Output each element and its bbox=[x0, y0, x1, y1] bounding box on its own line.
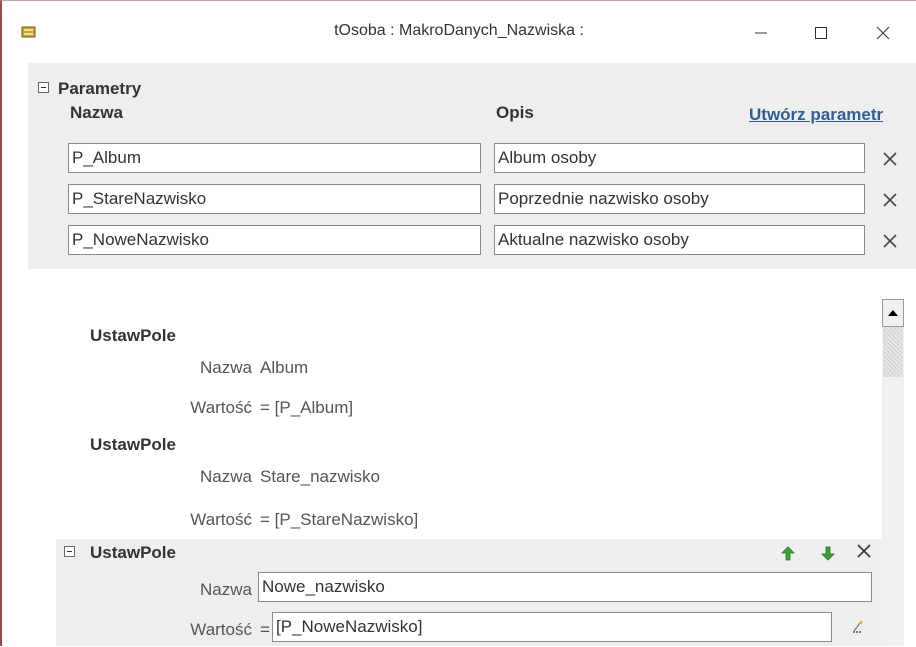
action-collapse-toggle[interactable] bbox=[64, 546, 75, 557]
close-icon bbox=[876, 26, 890, 40]
parameter-description-field[interactable]: Album osoby bbox=[494, 143, 865, 173]
macro-window: tOsoba : MakroDanych_Nazwiska : Parametr… bbox=[0, 0, 916, 646]
parameter-name-field[interactable]: P_Album bbox=[68, 143, 481, 173]
create-parameter-link[interactable]: Utwórz parametr bbox=[749, 105, 883, 125]
argument-label-name: Nazwa bbox=[200, 467, 252, 486]
argument-value-name[interactable]: Stare_nazwisko bbox=[260, 467, 380, 487]
parameter-name-field[interactable]: P_StareNazwisko bbox=[68, 184, 481, 214]
delete-parameter-icon[interactable] bbox=[882, 151, 898, 167]
argument-label-name: Nazwa bbox=[200, 580, 252, 599]
column-header-description: Opis bbox=[496, 103, 534, 122]
scrollbar-thumb[interactable] bbox=[883, 327, 903, 377]
delete-action-button[interactable] bbox=[856, 543, 872, 559]
parameters-panel: Parametry Nazwa Opis Utwórz parametr P_A… bbox=[28, 63, 916, 269]
equals-sign: = bbox=[260, 620, 270, 639]
expression-value-input[interactable]: [P_NoweNazwisko] bbox=[272, 612, 832, 642]
close-button[interactable] bbox=[860, 15, 906, 51]
action-title[interactable]: UstawPole bbox=[90, 435, 176, 455]
delete-parameter-icon[interactable] bbox=[882, 192, 898, 208]
column-header-name: Nazwa bbox=[70, 103, 123, 122]
arrow-up-icon bbox=[781, 545, 795, 560]
action-title[interactable]: UstawPole bbox=[90, 326, 176, 346]
argument-value-value[interactable]: = [P_Album] bbox=[260, 398, 353, 418]
argument-label-value: Wartość bbox=[190, 620, 252, 639]
minimize-icon bbox=[755, 32, 767, 34]
parameters-collapse-toggle[interactable] bbox=[38, 82, 49, 93]
maximize-icon bbox=[815, 27, 827, 39]
selected-action-block[interactable]: UstawPole Nazwa Nowe_nazwisko Wartość = … bbox=[56, 539, 882, 646]
argument-label-value: Wartość bbox=[190, 398, 252, 417]
argument-value-value[interactable]: = [P_StareNazwisko] bbox=[260, 510, 418, 530]
arrow-down-icon bbox=[821, 546, 835, 561]
argument-value-name[interactable]: Album bbox=[260, 358, 308, 378]
minimize-button[interactable] bbox=[738, 15, 784, 51]
argument-label-name: Nazwa bbox=[200, 358, 252, 377]
parameter-name-field[interactable]: P_NoweNazwisko bbox=[68, 225, 481, 255]
scroll-up-button[interactable] bbox=[882, 299, 904, 327]
action-title[interactable]: UstawPole bbox=[90, 543, 176, 563]
delete-parameter-icon[interactable] bbox=[882, 233, 898, 249]
triangle-up-icon bbox=[888, 310, 898, 316]
parameters-title: Parametry bbox=[58, 79, 142, 98]
maximize-button[interactable] bbox=[798, 15, 844, 51]
close-icon bbox=[857, 544, 871, 558]
move-up-button[interactable] bbox=[780, 545, 796, 561]
vertical-scrollbar[interactable] bbox=[882, 299, 904, 646]
move-down-button[interactable] bbox=[820, 545, 836, 561]
expression-builder-button[interactable] bbox=[850, 619, 866, 635]
expression-builder-icon bbox=[853, 621, 863, 633]
parameter-description-field[interactable]: Poprzednie nazwisko osoby bbox=[494, 184, 865, 214]
title-bar: tOsoba : MakroDanych_Nazwiska : bbox=[2, 1, 916, 59]
parameter-description-field[interactable]: Aktualne nazwisko osoby bbox=[494, 225, 865, 255]
argument-label-value: Wartość bbox=[190, 510, 252, 529]
field-name-input[interactable]: Nowe_nazwisko bbox=[258, 572, 872, 602]
